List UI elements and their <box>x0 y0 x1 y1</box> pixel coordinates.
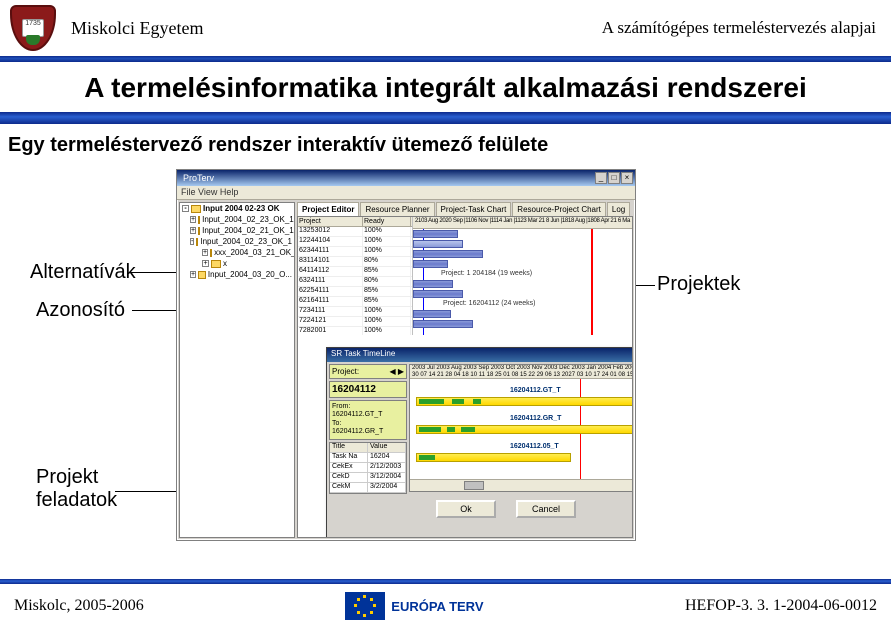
europa-terv-logo: EURÓPA TERV <box>345 592 483 620</box>
course-name: A számítógépes termeléstervezés alapjai <box>602 18 876 38</box>
slide-title: A termelésinformatika integrált alkalmaz… <box>0 62 891 112</box>
annotation-project-tasks: Projekt feladatok <box>36 466 117 512</box>
date-line-red <box>591 229 593 335</box>
table-row[interactable]: 632411180% <box>298 277 412 287</box>
gantt-lower: Project: 625411 11 Project: 172212 (20 w… <box>476 347 632 537</box>
col-project[interactable]: Project <box>298 217 363 226</box>
table-row[interactable]: Task Na16204 <box>330 453 406 463</box>
table-row[interactable]: 12244104100% <box>298 237 412 247</box>
logo-text: EURÓPA TERV <box>391 600 483 613</box>
col-ready[interactable]: Ready <box>363 217 411 226</box>
gantt-bar[interactable] <box>413 250 483 258</box>
slide-subtitle: Egy termeléstervező rendszer interaktív … <box>0 124 891 161</box>
tab-project-editor[interactable]: Project Editor <box>297 202 359 216</box>
close-icon[interactable]: × <box>621 172 633 184</box>
header-left: 1735 Miskolci Egyetem <box>10 5 203 51</box>
gantt-bar[interactable] <box>413 240 463 248</box>
annotation-alternatives: Alternatívák <box>30 261 136 284</box>
eu-flag-icon <box>345 592 385 620</box>
tree-node: +Input_2004_02_23_OK_1 <box>180 214 294 225</box>
slide-header: 1735 Miskolci Egyetem A számítógépes ter… <box>0 0 891 54</box>
tree-node: -Input 2004 02-23 OK <box>180 203 294 214</box>
tree-panel[interactable]: -Input 2004 02-23 OK +Input_2004_02_23_O… <box>179 202 295 538</box>
table-row[interactable]: 6225411185% <box>298 287 412 297</box>
gantt-row-label: Project: 16204112 (24 weeks) <box>443 300 535 307</box>
content-area: Alternatívák Azonosító Projekt feladatok… <box>0 161 891 561</box>
from-to-box: From: 16204112.GT_T To: 16204112.GR_T <box>329 400 407 440</box>
tab-row: Project Editor Resource Planner Project-… <box>297 202 633 216</box>
tree-node: -Input_2004_02_23_OK_1 <box>180 236 294 247</box>
table-row[interactable]: 6216411185% <box>298 297 412 307</box>
window-title: ProTerv <box>179 173 214 183</box>
tree-node: +Input_2004_02_21_OK_1 <box>180 225 294 236</box>
tab-resource-project-chart[interactable]: Resource-Project Chart <box>512 202 606 216</box>
footer-location-year: Miskolc, 2005-2006 <box>14 597 144 615</box>
minimize-icon[interactable]: _ <box>595 172 607 184</box>
app-window: ProTerv _ □ × File View Help -Input 2004… <box>176 169 636 541</box>
tab-log[interactable]: Log <box>607 202 630 216</box>
divider-bar-thick <box>0 112 891 124</box>
slide-footer: Miskolc, 2005-2006 EURÓPA TERV HEFOP-3. … <box>0 579 891 630</box>
annotation-identifier: Azonosító <box>36 299 125 322</box>
gantt-bar[interactable] <box>413 290 463 298</box>
project-editor-body: Project Ready 13253012100%12244104100%62… <box>297 216 633 538</box>
tab-project-task-chart[interactable]: Project-Task Chart <box>436 202 512 216</box>
table-row[interactable]: 6411411285% <box>298 267 412 277</box>
gantt-chart[interactable]: 2103 Aug 2020 Sep |1106 Nov |1114 Jan |1… <box>413 217 632 335</box>
gantt-header: 2103 Aug 2020 Sep |1106 Nov |1114 Jan |1… <box>413 217 632 229</box>
tab-resource-planner[interactable]: Resource Planner <box>360 202 434 216</box>
footer-project-code: HEFOP-3. 3. 1-2004-06-0012 <box>685 597 877 615</box>
gantt-bar[interactable] <box>413 280 453 288</box>
annotation-projects: Projektek <box>657 273 740 296</box>
tree-node: +x <box>180 258 294 269</box>
gantt-bar[interactable] <box>413 260 448 268</box>
window-menubar[interactable]: File View Help <box>177 186 635 200</box>
table-row[interactable]: 7234111100% <box>298 307 412 317</box>
gantt-bar[interactable] <box>413 320 473 328</box>
table-row[interactable]: CekEx2/12/2003 <box>330 463 406 473</box>
main-panel: Project Editor Resource Planner Project-… <box>297 202 633 538</box>
annotation-line <box>635 285 655 286</box>
table-row[interactable]: 13253012100% <box>298 227 412 237</box>
table-row[interactable]: 7282001100% <box>298 327 412 335</box>
table-row[interactable]: CekD3/12/2004 <box>330 473 406 483</box>
property-grid[interactable]: Title Value Task Na16204CekEx2/12/2003Ce… <box>329 442 407 494</box>
project-selector[interactable]: Project: ◀ ▶ <box>329 364 407 379</box>
university-crest-icon: 1735 <box>10 5 56 51</box>
annotation-line <box>130 272 178 273</box>
tree-node: +xxx_2004_03_21_OK_6 <box>180 247 294 258</box>
table-row[interactable]: 62344111100% <box>298 247 412 257</box>
window-titlebar[interactable]: ProTerv _ □ × <box>177 170 635 186</box>
project-list[interactable]: Project Ready 13253012100%12244104100%62… <box>298 217 413 335</box>
university-name: Miskolci Egyetem <box>71 18 203 39</box>
project-id-display: 16204112 <box>329 381 407 398</box>
table-row[interactable]: 7224121100% <box>298 317 412 327</box>
gantt-bar[interactable] <box>413 310 451 318</box>
table-row[interactable]: 8311410180% <box>298 257 412 267</box>
tree-node: +Input_2004_03_20_O... <box>180 269 294 280</box>
maximize-icon[interactable]: □ <box>608 172 620 184</box>
gantt-row-label: Project: 1 204184 (19 weeks) <box>441 270 532 277</box>
gantt-bar[interactable] <box>413 230 458 238</box>
